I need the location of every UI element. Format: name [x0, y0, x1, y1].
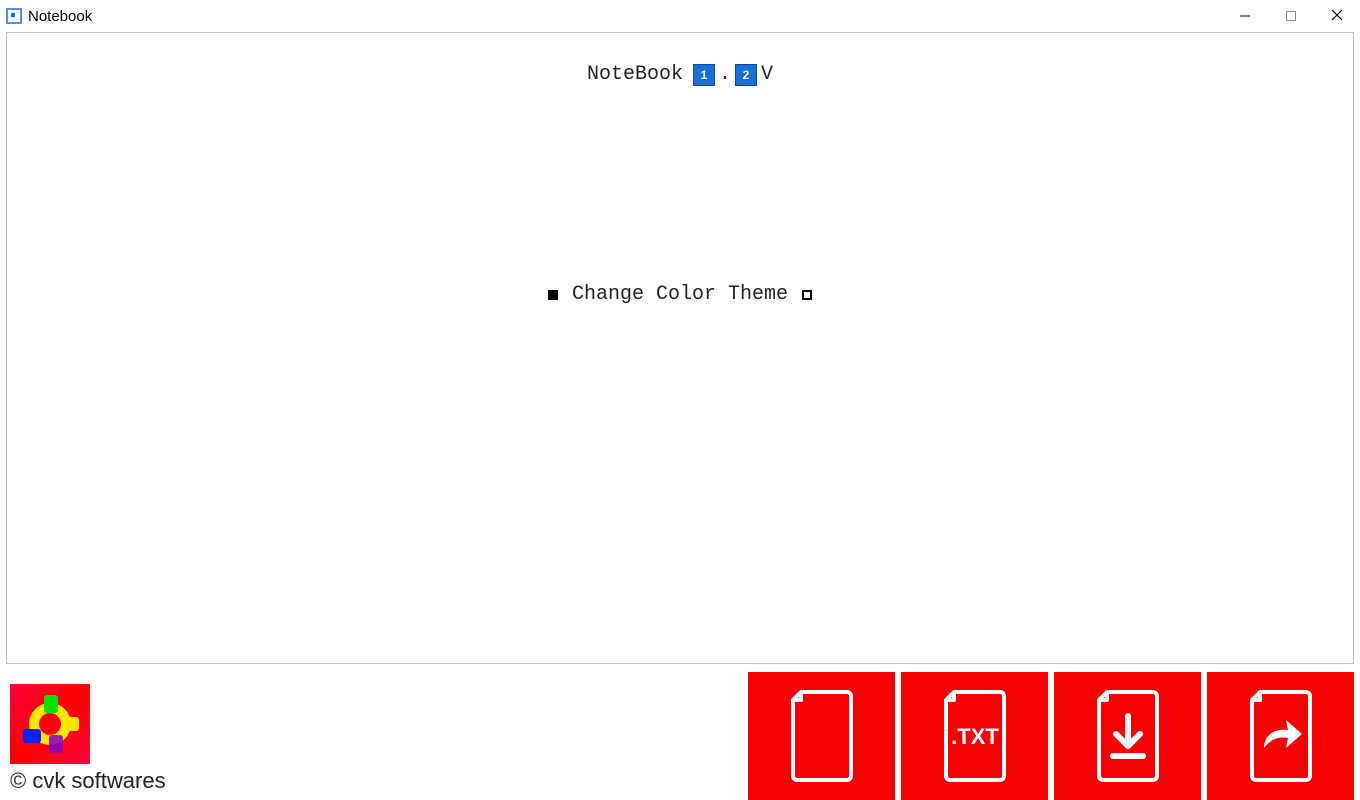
document-txt-icon: .TXT	[934, 686, 1016, 786]
version-dot: .	[719, 63, 731, 86]
document-download-icon	[1087, 686, 1169, 786]
version-suffix: V	[761, 63, 773, 86]
txt-badge-label: .TXT	[951, 724, 999, 749]
close-button[interactable]	[1314, 0, 1360, 32]
txt-document-button[interactable]: .TXT	[901, 672, 1048, 800]
document-blank-icon	[781, 686, 863, 786]
window-controls	[1222, 0, 1360, 32]
main-content: NoteBook 1 . 2 V Change Color Theme	[6, 32, 1354, 664]
footer: © cvk softwares .TXT	[0, 672, 1360, 800]
version-minor-chip: 2	[735, 64, 757, 86]
minimize-icon	[1240, 8, 1250, 24]
version-major-chip: 1	[693, 64, 715, 86]
minimize-button[interactable]	[1222, 0, 1268, 32]
copyright-label: © cvk softwares	[10, 768, 748, 794]
maximize-icon	[1286, 8, 1296, 24]
app-version-row: NoteBook 1 . 2 V	[7, 63, 1353, 86]
footer-toolbar: .TXT	[748, 672, 1360, 800]
bullet-hollow-icon	[802, 290, 812, 300]
change-theme-label: Change Color Theme	[572, 283, 788, 306]
footer-left: © cvk softwares	[0, 672, 748, 800]
new-document-button[interactable]	[748, 672, 895, 800]
app-name-label: NoteBook	[587, 63, 683, 86]
maximize-button[interactable]	[1268, 0, 1314, 32]
change-theme-row[interactable]: Change Color Theme	[7, 283, 1353, 306]
titlebar: Notebook	[0, 0, 1360, 32]
bullet-filled-icon	[548, 290, 558, 300]
cvk-logo-icon	[10, 684, 90, 764]
download-document-button[interactable]	[1054, 672, 1201, 800]
share-document-button[interactable]	[1207, 672, 1354, 800]
window-title: Notebook	[28, 8, 92, 25]
document-share-icon	[1240, 686, 1322, 786]
notebook-app-icon	[6, 8, 22, 24]
close-icon	[1331, 8, 1343, 24]
